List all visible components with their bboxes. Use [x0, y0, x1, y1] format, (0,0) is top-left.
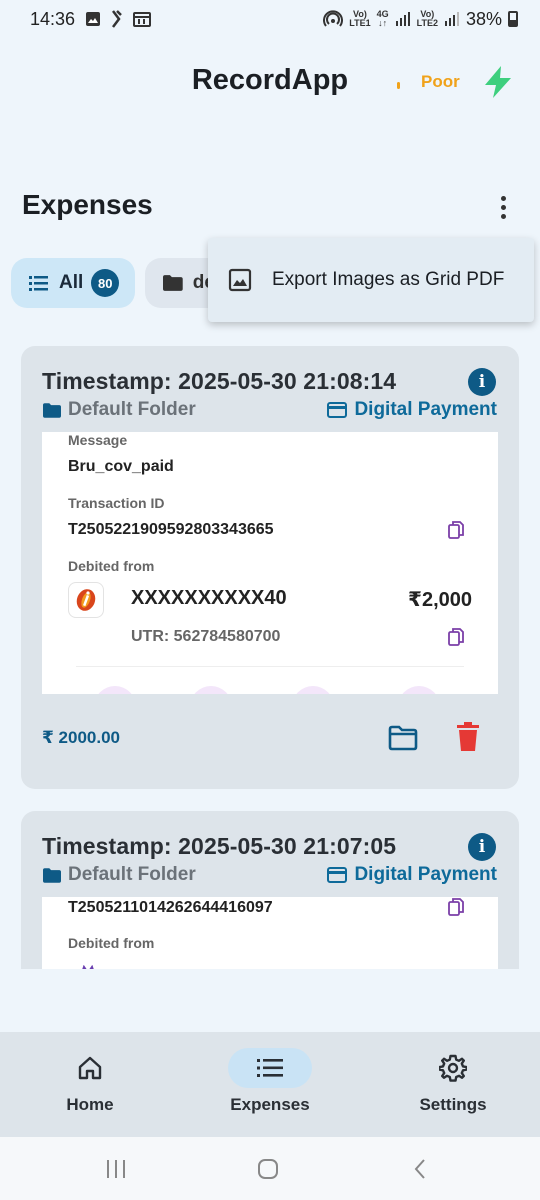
bolt-icon[interactable]	[480, 64, 516, 100]
copy-icon	[448, 521, 464, 539]
divider	[76, 666, 464, 667]
copy-icon	[448, 628, 464, 646]
connection-indicator-dot	[397, 82, 400, 89]
battery-percent: 38%	[465, 8, 502, 29]
txn-id-value: T2505211014262644416097	[68, 899, 273, 916]
sim2-network: Vo) LTE2	[416, 9, 438, 28]
debited-label: Debited from	[68, 558, 155, 574]
action-bubble	[398, 686, 440, 694]
menu-item-label: Export Images as Grid PDF	[272, 269, 505, 290]
payment-type-label: Digital Payment	[354, 864, 497, 885]
utr-number: UTR: 562784580700	[131, 628, 281, 645]
gallery-notification-icon	[86, 12, 101, 26]
home-button-icon[interactable]	[253, 1157, 283, 1181]
sim1-network: Vo) LTE1	[349, 9, 371, 28]
signal-icon-2	[444, 12, 459, 26]
info-icon[interactable]: i	[468, 833, 496, 861]
connection-status: Poor	[421, 72, 460, 91]
receipt-amount: ₹2,000	[408, 589, 472, 611]
account-number: XXXXXXXXXX40	[131, 587, 287, 609]
nav-label: Expenses	[230, 1095, 310, 1114]
chip-label: All	[59, 272, 84, 293]
info-icon[interactable]: i	[468, 368, 496, 396]
payment-type: Digital Payment	[327, 399, 497, 421]
message-label: Message	[68, 432, 128, 448]
count-badge: 80	[91, 269, 120, 297]
payment-type-label: Digital Payment	[354, 399, 497, 420]
battery-icon	[508, 11, 518, 27]
list-icon	[29, 276, 48, 291]
card-folder: Default Folder	[43, 399, 196, 421]
credit-card-icon	[327, 867, 348, 883]
filter-chip-all[interactable]: All 80	[11, 258, 135, 308]
nav-expenses[interactable]: Expenses	[180, 1032, 360, 1137]
receipt-image[interactable]: Message Bru_cov_paid Transaction ID T250…	[42, 432, 498, 694]
recents-icon[interactable]	[101, 1157, 131, 1181]
copy-icon	[448, 898, 464, 916]
expense-card[interactable]: Timestamp: 2025-05-30 21:08:14 i Default…	[21, 346, 519, 789]
back-icon[interactable]	[405, 1157, 435, 1181]
message-value: Bru_cov_paid	[68, 458, 174, 475]
expense-amount: ₹ 2000.00	[42, 728, 121, 747]
folder-name: Default Folder	[68, 399, 196, 420]
nav-label: Home	[66, 1095, 114, 1114]
bank-logo	[68, 582, 104, 618]
home-icon	[48, 1048, 132, 1088]
action-bubble	[190, 686, 232, 694]
move-folder-icon[interactable]	[388, 724, 418, 752]
txn-id-label: Transaction ID	[68, 495, 165, 511]
list-icon	[228, 1048, 312, 1088]
status-time: 14:36	[30, 8, 76, 29]
folder-icon	[163, 275, 183, 291]
payment-app-logo	[82, 965, 94, 969]
menu-item-export-grid-pdf[interactable]: Export Images as Grid PDF	[228, 268, 504, 292]
settings-icon	[411, 1048, 495, 1088]
payment-type: Digital Payment	[327, 864, 497, 886]
nav-home[interactable]: Home	[0, 1032, 180, 1137]
delete-icon[interactable]	[455, 722, 481, 752]
folder-icon	[43, 867, 61, 883]
export-menu: Export Images as Grid PDF	[208, 238, 534, 322]
calendar-notification-icon	[133, 12, 152, 27]
network-type: 4G ↓↑	[376, 9, 389, 28]
txn-id-value: T2505221909592803343665	[68, 521, 274, 538]
nav-label: Settings	[419, 1095, 487, 1114]
image-icon	[228, 268, 252, 292]
app-notification-icon	[112, 10, 122, 28]
card-timestamp: Timestamp: 2025-05-30 21:07:05	[42, 833, 397, 859]
signal-icon	[395, 12, 410, 26]
expense-card[interactable]: Timestamp: 2025-05-30 21:07:05 i Default…	[21, 811, 519, 969]
nav-settings[interactable]: Settings	[363, 1032, 540, 1137]
page-title: Expenses	[22, 189, 153, 220]
debited-label: Debited from	[68, 935, 155, 951]
folder-name: Default Folder	[68, 864, 196, 885]
card-timestamp: Timestamp: 2025-05-30 21:08:14	[42, 368, 397, 394]
card-folder: Default Folder	[43, 864, 196, 886]
action-bubble	[292, 686, 334, 694]
hotspot-icon	[323, 10, 344, 27]
bottom-navigation: Home Expenses Settings	[0, 1032, 540, 1137]
system-navigation-bar	[0, 1137, 540, 1200]
action-bubble	[94, 686, 136, 694]
more-vert-icon[interactable]	[488, 190, 518, 224]
credit-card-icon	[327, 402, 348, 418]
status-bar: 14:36 Vo) LTE1 4G ↓↑ Vo) LTE2 38%	[0, 0, 540, 38]
folder-icon	[43, 402, 61, 418]
receipt-image[interactable]: T2505211014262644416097 Debited from	[42, 897, 498, 969]
